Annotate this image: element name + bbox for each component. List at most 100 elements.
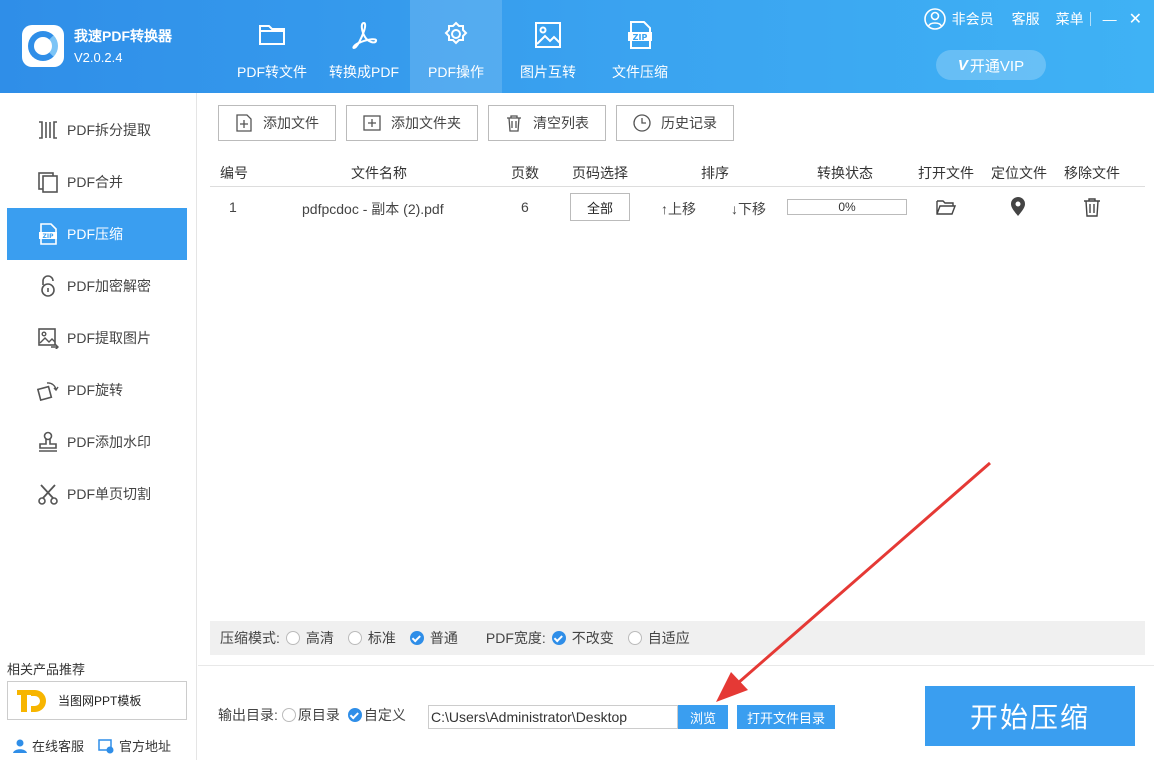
sidebar-item-label: PDF合并 <box>67 174 123 190</box>
ppt-logo-icon <box>16 688 46 714</box>
history-button[interactable]: 历史记录 <box>616 105 734 141</box>
sidebar-item-cut[interactable]: PDF单页切割 <box>7 468 187 520</box>
tab-to-pdf[interactable]: 转换成PDF <box>318 0 410 93</box>
output-label: 输出目录: <box>218 707 278 723</box>
menu-button[interactable]: 菜单 <box>1056 9 1084 29</box>
col-page-select: 页码选择 <box>572 165 628 181</box>
user-icon <box>13 739 27 753</box>
add-file-icon <box>235 114 253 132</box>
radio-checked-icon <box>347 708 362 722</box>
add-file-label: 添加文件 <box>263 115 319 131</box>
tab-pdf-to-file[interactable]: PDF转文件 <box>226 0 318 93</box>
radio-checked-icon <box>551 631 566 645</box>
radio-icon <box>285 631 300 645</box>
file-toolbar: 添加文件 添加文件夹 清空列表 历史记录 <box>218 105 734 141</box>
sidebar-item-rotate[interactable]: PDF旋转 <box>7 364 187 416</box>
acrobat-icon <box>352 21 378 50</box>
tab-pdf-operations[interactable]: PDF操作 <box>410 0 502 93</box>
browse-button[interactable]: 浏览 <box>678 705 728 729</box>
online-service-link[interactable]: 在线客服 <box>12 736 84 755</box>
folder-icon <box>259 25 285 45</box>
move-down-button[interactable]: ↓下移 <box>731 199 766 219</box>
tab-label: PDF转文件 <box>237 64 307 80</box>
mode-standard-radio[interactable]: 标准 <box>347 628 396 648</box>
move-up-button[interactable]: ↑上移 <box>661 199 696 219</box>
output-path-input[interactable] <box>428 705 678 729</box>
sidebar-item-merge[interactable]: PDF合并 <box>7 156 187 208</box>
mode-standard-label: 标准 <box>367 630 396 646</box>
col-pages: 页数 <box>511 165 539 181</box>
divider <box>198 665 1154 666</box>
open-file-button[interactable] <box>936 198 957 219</box>
sidebar-item-encrypt[interactable]: PDF加密解密 <box>7 260 187 312</box>
bottom-links: 在线客服 官方地址 <box>12 736 171 755</box>
close-button[interactable]: ✕ <box>1129 9 1142 29</box>
official-site-link[interactable]: 官方地址 <box>98 736 171 755</box>
folder-open-icon <box>936 200 957 215</box>
row-filename: pdfpcdoc - 副本 (2).pdf <box>302 201 444 217</box>
mode-hd-radio[interactable]: 高清 <box>285 628 334 648</box>
tab-label: 图片互转 <box>520 64 576 80</box>
tab-label: 转换成PDF <box>329 64 399 80</box>
col-remove-file: 移除文件 <box>1064 165 1120 181</box>
sidebar-item-compress[interactable]: ZIP PDF压缩 <box>7 208 187 260</box>
related-product-link[interactable]: 当图网PPT模板 <box>7 681 187 720</box>
radio-icon <box>347 631 362 645</box>
sidebar-item-split[interactable]: PDF拆分提取 <box>7 104 187 156</box>
row-index: 1 <box>229 199 237 215</box>
output-original-radio[interactable]: 原目录 <box>281 705 340 725</box>
add-folder-icon <box>363 114 381 132</box>
radio-icon <box>627 631 642 645</box>
stamp-icon <box>37 431 59 453</box>
output-custom-label: 自定义 <box>363 707 406 723</box>
compress-mode-label: 压缩模式: <box>220 630 280 646</box>
tab-file-compress[interactable]: ZIP 文件压缩 <box>594 0 686 93</box>
scissors-icon <box>37 483 59 505</box>
sidebar-item-label: PDF提取图片 <box>67 330 151 346</box>
location-pin-icon <box>1011 197 1025 216</box>
col-order: 排序 <box>701 165 729 181</box>
trash-icon <box>1084 198 1100 217</box>
output-custom-radio[interactable]: 自定义 <box>347 705 406 725</box>
app-version: V2.0.2.4 <box>74 50 123 65</box>
add-folder-button[interactable]: 添加文件夹 <box>346 105 478 141</box>
start-compress-button[interactable]: 开始压缩 <box>925 686 1135 746</box>
sidebar: PDF拆分提取 PDF合并 ZIP PDF压缩 PDF加密解密 PDF提取图片 … <box>0 93 197 760</box>
width-keep-radio[interactable]: 不改变 <box>551 628 614 648</box>
official-site-label: 官方地址 <box>119 739 172 754</box>
table-row: 1 pdfpcdoc - 副本 (2).pdf 6 全部 ↑上移 ↓下移 0% <box>210 187 1145 229</box>
locate-file-button[interactable] <box>1010 197 1026 220</box>
remove-file-button[interactable] <box>1083 197 1101 220</box>
output-original-label: 原目录 <box>297 707 340 723</box>
page-select-button[interactable]: 全部 <box>570 193 630 221</box>
compression-options: 压缩模式: 高清 标准 普通 PDF宽度: 不改变 自适应 <box>210 621 1145 655</box>
zip-icon: ZIP <box>37 223 59 245</box>
add-file-button[interactable]: 添加文件 <box>218 105 336 141</box>
sidebar-item-label: PDF添加水印 <box>67 434 151 450</box>
col-filename: 文件名称 <box>351 165 407 181</box>
app-title: 我速PDF转换器 <box>74 28 172 44</box>
online-service-label: 在线客服 <box>32 739 85 754</box>
tab-image-convert[interactable]: 图片互转 <box>502 0 594 93</box>
width-auto-label: 自适应 <box>647 630 690 646</box>
sidebar-item-label: PDF单页切割 <box>67 486 151 502</box>
app-logo <box>22 25 64 67</box>
sidebar-item-extract-images[interactable]: PDF提取图片 <box>7 312 187 364</box>
clock-icon <box>633 114 651 132</box>
width-auto-radio[interactable]: 自适应 <box>627 628 690 648</box>
radio-checked-icon <box>409 631 424 645</box>
sidebar-item-watermark[interactable]: PDF添加水印 <box>7 416 187 468</box>
radio-icon <box>281 708 296 722</box>
vip-icon: V <box>957 56 968 74</box>
clear-list-button[interactable]: 清空列表 <box>488 105 606 141</box>
vip-button[interactable]: V 开通VIP <box>936 50 1046 80</box>
service-link[interactable]: 客服 <box>1012 9 1040 29</box>
add-folder-label: 添加文件夹 <box>391 115 461 131</box>
minimize-button[interactable]: — <box>1103 11 1117 27</box>
member-status[interactable]: 非会员 <box>952 9 994 29</box>
svg-text:ZIP: ZIP <box>633 33 648 42</box>
trash-icon <box>505 114 523 132</box>
sidebar-item-label: PDF加密解密 <box>67 278 151 294</box>
open-directory-button[interactable]: 打开文件目录 <box>737 705 835 729</box>
mode-normal-radio[interactable]: 普通 <box>409 628 458 648</box>
